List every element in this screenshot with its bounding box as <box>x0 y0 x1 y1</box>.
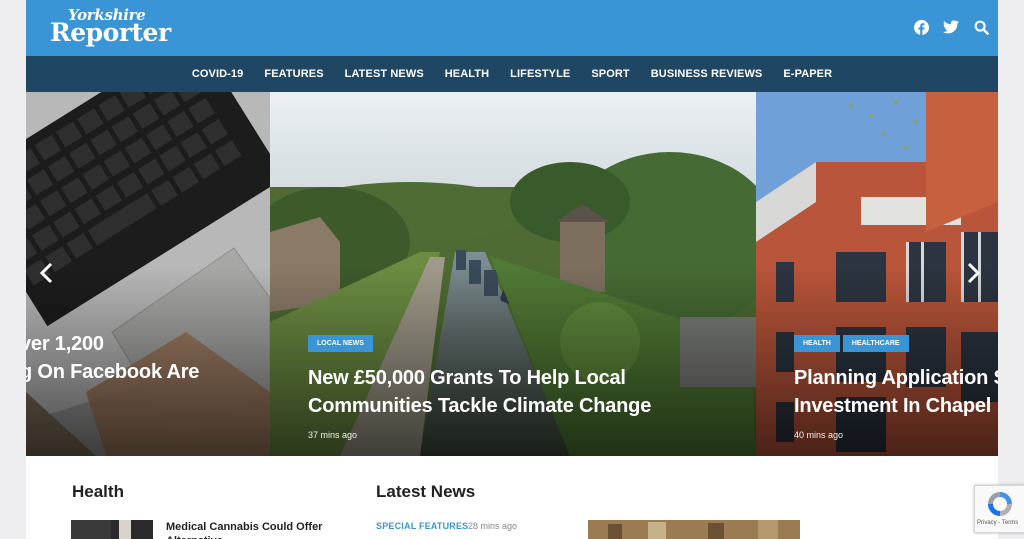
slide-timestamp: 37 mins ago <box>308 430 358 440</box>
nav-item-e-paper[interactable]: E-PAPER <box>783 68 832 80</box>
latest-article-timestamp: 28 mins ago <box>468 521 518 531</box>
category-tag-health[interactable]: HEALTH <box>794 335 840 352</box>
slide-caption: ver 1,200 g On Facebook Are <box>26 330 199 386</box>
latest-article-category[interactable]: SPECIAL FEATURES <box>376 521 468 531</box>
section-title-health[interactable]: Health <box>72 482 124 502</box>
slide-headline-line-1[interactable]: ver 1,200 <box>26 330 199 358</box>
logo-line-2: Reporter <box>50 18 171 47</box>
slide-caption: LOCAL NEWS New £50,000 Grants To Help Lo… <box>308 332 651 440</box>
recaptcha-links[interactable]: Privacy - Terms <box>977 520 1018 526</box>
latest-article-thumbnail[interactable] <box>588 520 800 539</box>
page: Yorkshire Reporter COVID-19 FEATURES LAT… <box>26 0 998 539</box>
site-header: Yorkshire Reporter <box>26 0 998 56</box>
nav-item-business-reviews[interactable]: BUSINESS REVIEWS <box>651 68 763 80</box>
social-links <box>912 18 990 36</box>
nav-item-health[interactable]: HEALTH <box>445 68 489 80</box>
slide-headline-line-2[interactable]: Communities Tackle Climate Change <box>308 392 651 420</box>
health-article-title[interactable]: Medical Cannabis Could Offer Alternative <box>166 520 336 539</box>
slide-caption: HEALTH HEALTHCARE Planning Application S … <box>794 332 998 440</box>
facebook-icon[interactable] <box>912 18 930 36</box>
slide-headline-line-1[interactable]: New £50,000 Grants To Help Local <box>308 364 651 392</box>
slide-headline-line-2[interactable]: g On Facebook Are <box>26 358 199 386</box>
slide-laptop[interactable]: ver 1,200 g On Facebook Are <box>26 92 270 456</box>
nav-item-latest-news[interactable]: LATEST NEWS <box>345 68 424 80</box>
slider-prev-arrow[interactable] <box>34 257 58 289</box>
slide-headline-line-1[interactable]: Planning Application S <box>794 364 998 392</box>
featured-slider: ver 1,200 g On Facebook Are LOCAL NEWS N… <box>26 92 998 456</box>
nav-item-covid-19[interactable]: COVID-19 <box>192 68 244 80</box>
category-tag-healthcare[interactable]: HEALTHCARE <box>842 335 909 352</box>
category-tag-local-news[interactable]: LOCAL NEWS <box>308 335 373 352</box>
slide-headline-line-2[interactable]: Investment In Chapel <box>794 392 998 420</box>
health-article-thumbnail[interactable] <box>71 520 153 539</box>
twitter-icon[interactable] <box>942 18 960 36</box>
slide-canal[interactable]: LOCAL NEWS New £50,000 Grants To Help Lo… <box>270 92 756 456</box>
main-nav: COVID-19 FEATURES LATEST NEWS HEALTH LIF… <box>26 56 998 92</box>
slider-next-arrow[interactable] <box>962 257 986 289</box>
recaptcha-icon <box>988 492 1012 516</box>
recaptcha-badge[interactable]: Privacy - Terms <box>974 485 1024 533</box>
nav-item-lifestyle[interactable]: LIFESTYLE <box>510 68 570 80</box>
slide-building[interactable]: HEALTH HEALTHCARE Planning Application S … <box>756 92 998 456</box>
search-icon[interactable] <box>972 18 990 36</box>
section-title-latest-news[interactable]: Latest News <box>376 482 475 502</box>
slide-timestamp: 40 mins ago <box>794 430 844 440</box>
nav-item-features[interactable]: FEATURES <box>264 68 323 80</box>
site-logo[interactable]: Yorkshire Reporter <box>50 8 171 47</box>
nav-item-sport[interactable]: SPORT <box>591 68 629 80</box>
